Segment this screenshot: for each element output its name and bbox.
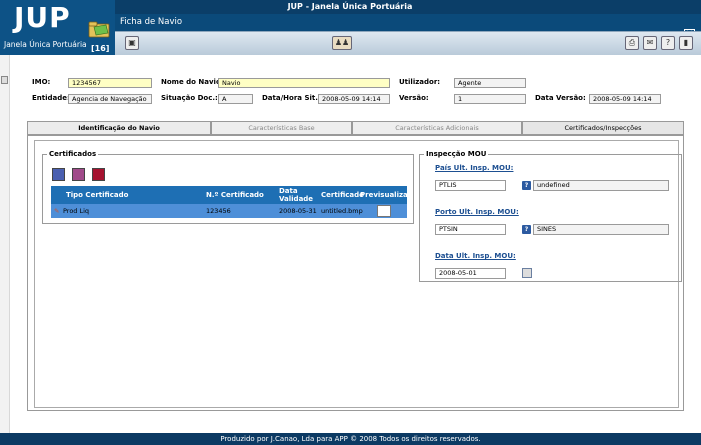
logo-block: JUP Janela Única Portuária [16] — [0, 0, 115, 55]
col-numero: N.º Certificado — [206, 191, 264, 199]
certificados-group: Certificados Tipo Certificado N.º Certif… — [42, 150, 414, 224]
expand-icon[interactable] — [1, 76, 8, 84]
app-header: JUP Janela Única Portuária [16] JUP - Ja… — [0, 0, 701, 55]
tab-identificacao[interactable]: Identificação do Navio — [27, 121, 211, 135]
cell-numero: 123456 — [206, 207, 231, 215]
form-title: Ficha de Navio — [120, 17, 183, 27]
inbox-folder-icon[interactable] — [88, 20, 112, 38]
add-certificate-button[interactable] — [52, 168, 65, 181]
cell-tipo: Prod Liq — [63, 207, 90, 215]
pais-insp-link[interactable]: País Ult. Insp. MOU: — [435, 164, 513, 172]
entidade-label: Entidade: — [32, 94, 70, 102]
nome-navio-label: Nome do Navio: — [161, 78, 224, 86]
pais-code-field[interactable]: PTLIS — [435, 180, 506, 191]
versao-field[interactable]: 1 — [454, 94, 526, 104]
info-icon[interactable]: ▮ — [679, 36, 693, 50]
footer: Produzido por J.Canao, Lda para APP © 20… — [0, 433, 701, 445]
utilizador-label: Utilizador: — [399, 78, 441, 86]
cell-validade: 2008-05-31 — [279, 207, 317, 215]
data-hora-sit-label: Data/Hora Sit.: — [262, 94, 321, 102]
col-validade: Data Validade — [279, 187, 314, 203]
col-certificado: Certificado — [321, 191, 364, 199]
entidade-field[interactable]: Agencia de Navegação — [68, 94, 152, 104]
app-title: JUP - Janela Única Portuária — [287, 2, 413, 11]
tab-content: Certificados Tipo Certificado N.º Certif… — [34, 140, 682, 408]
save-icon[interactable]: ▣ — [125, 36, 139, 50]
inspeccao-legend: Inspecção MOU — [424, 150, 489, 158]
tab-caracteristicas-adicionais[interactable]: Características Adicionais — [352, 121, 522, 135]
calendar-icon[interactable] — [522, 268, 532, 278]
nome-navio-field[interactable]: Navio — [218, 78, 390, 88]
help-icon[interactable]: ? — [661, 36, 675, 50]
table-header: Tipo Certificado N.º Certificado Data Va… — [51, 186, 411, 204]
edit-pencil-icon[interactable]: ✎ — [54, 207, 59, 215]
tab-certificados-inspeccoes[interactable]: Certificados/Inspecções — [522, 121, 684, 135]
data-hora-sit-field[interactable]: 2008-05-09 14:14 — [318, 94, 390, 104]
data-versao-field[interactable]: 2008-05-09 14:14 — [589, 94, 661, 104]
imo-label: IMO: — [32, 78, 51, 86]
mail-icon[interactable]: ✉ — [643, 36, 657, 50]
preview-icon[interactable] — [377, 205, 391, 217]
delete-certificate-button[interactable] — [92, 168, 105, 181]
app-logo: JUP — [14, 1, 71, 34]
data-versao-label: Data Versão: — [535, 94, 586, 102]
porto-code-field[interactable]: PTSIN — [435, 224, 506, 235]
people-icon[interactable]: ♟♟ — [332, 36, 352, 50]
imo-field[interactable]: 1234567 — [68, 78, 152, 88]
col-tipo: Tipo Certificado — [66, 191, 129, 199]
tab-bar: Identificação do Navio Características B… — [27, 121, 684, 135]
situacao-doc-label: Situação Doc.: — [161, 94, 218, 102]
utilizador-field[interactable]: Agente — [454, 78, 526, 88]
certificados-legend: Certificados — [47, 150, 99, 158]
inspeccao-mou-group: Inspecção MOU País Ult. Insp. MOU: PTLIS… — [419, 150, 682, 282]
pais-desc-field: undefined — [533, 180, 669, 191]
title-bar: JUP - Janela Única Portuária — [115, 0, 701, 14]
porto-insp-link[interactable]: Porto Ult. Insp. MOU: — [435, 208, 519, 216]
tab-panel: Certificados Tipo Certificado N.º Certif… — [27, 135, 684, 411]
toolbar: ▣ ♟♟ ⎙ ✉ ? ▮ — [115, 31, 701, 55]
logo-subtitle: Janela Única Portuária — [4, 40, 87, 49]
situacao-doc-field[interactable]: A — [218, 94, 253, 104]
pais-help-icon[interactable]: ? — [522, 181, 531, 190]
data-insp-link[interactable]: Data Ult. Insp. MOU: — [435, 252, 516, 260]
porto-help-icon[interactable]: ? — [522, 225, 531, 234]
data-insp-field[interactable]: 2008-05-01 — [435, 268, 506, 279]
tab-caracteristicas-base[interactable]: Características Base — [211, 121, 352, 135]
porto-desc-field: SINES — [533, 224, 669, 235]
table-row[interactable]: ✎ Prod Liq 123456 2008-05-31 untitled.bm… — [51, 204, 407, 218]
edit-certificate-button[interactable] — [72, 168, 85, 181]
col-previsualizar: Previsualizar — [360, 191, 412, 199]
left-side-strip — [0, 55, 10, 433]
print-icon[interactable]: ⎙ — [625, 36, 639, 50]
versao-label: Versão: — [399, 94, 429, 102]
inbox-count[interactable]: [16] — [91, 44, 109, 53]
cell-certificado[interactable]: untitled.bmp — [321, 207, 363, 215]
form-title-bar: Ficha de Navio × — [115, 14, 701, 40]
